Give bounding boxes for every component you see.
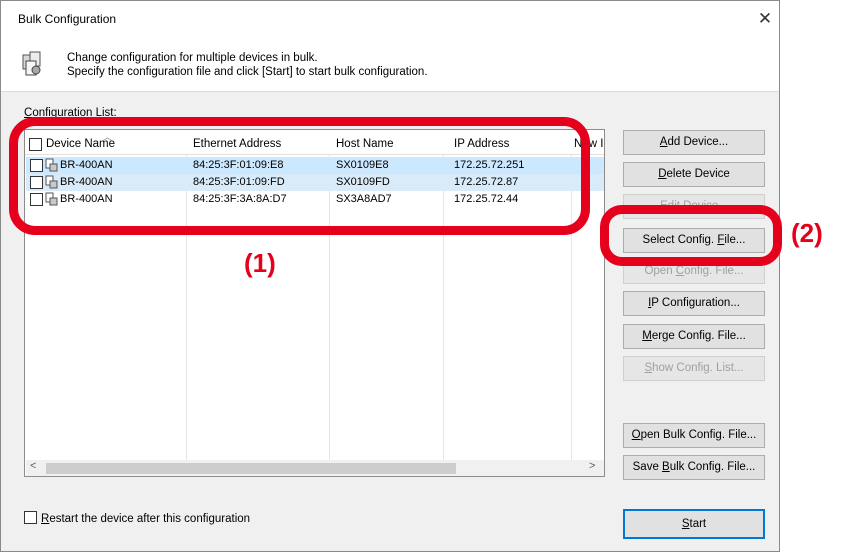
window-title: Bulk Configuration — [18, 12, 117, 26]
save-bulk-config-file-button[interactable]: Save Bulk Config. File... — [623, 455, 765, 480]
header-description-line-2: Specify the configuration file and click… — [67, 66, 428, 78]
restart-checkbox[interactable] — [24, 511, 37, 524]
header-description-line-1: Change configuration for multiple device… — [67, 52, 318, 64]
restart-option[interactable]: Restart the device after this configurat… — [24, 511, 250, 525]
show-config-list-button[interactable]: Show Config. List... — [623, 356, 765, 381]
bulk-configuration-dialog: Bulk Configuration ✕ Change configuratio… — [0, 0, 780, 552]
annotation-highlight-1 — [9, 117, 590, 235]
scroll-left-icon[interactable]: < — [30, 460, 36, 472]
start-button[interactable]: Start — [623, 509, 765, 539]
ip-configuration-button[interactable]: IP Configuration... — [623, 291, 765, 316]
horizontal-scrollbar[interactable]: < > — [26, 460, 604, 476]
close-icon[interactable]: ✕ — [752, 6, 778, 32]
annotation-highlight-2 — [600, 205, 782, 266]
annotation-label-2: (2) — [791, 218, 823, 248]
add-device-button[interactable]: Add Device... — [623, 130, 765, 155]
open-bulk-config-file-button[interactable]: Open Bulk Config. File... — [623, 423, 765, 448]
scrollbar-thumb[interactable] — [46, 463, 456, 474]
annotation-label-1: (1) — [244, 248, 276, 278]
devices-config-icon — [22, 51, 41, 76]
delete-device-button[interactable]: Delete Device — [623, 162, 765, 187]
dialog-header: Change configuration for multiple device… — [1, 37, 779, 92]
merge-config-file-button[interactable]: Merge Config. File... — [623, 324, 765, 349]
title-bar: Bulk Configuration ✕ — [1, 1, 779, 37]
scroll-right-icon[interactable]: > — [589, 460, 595, 472]
